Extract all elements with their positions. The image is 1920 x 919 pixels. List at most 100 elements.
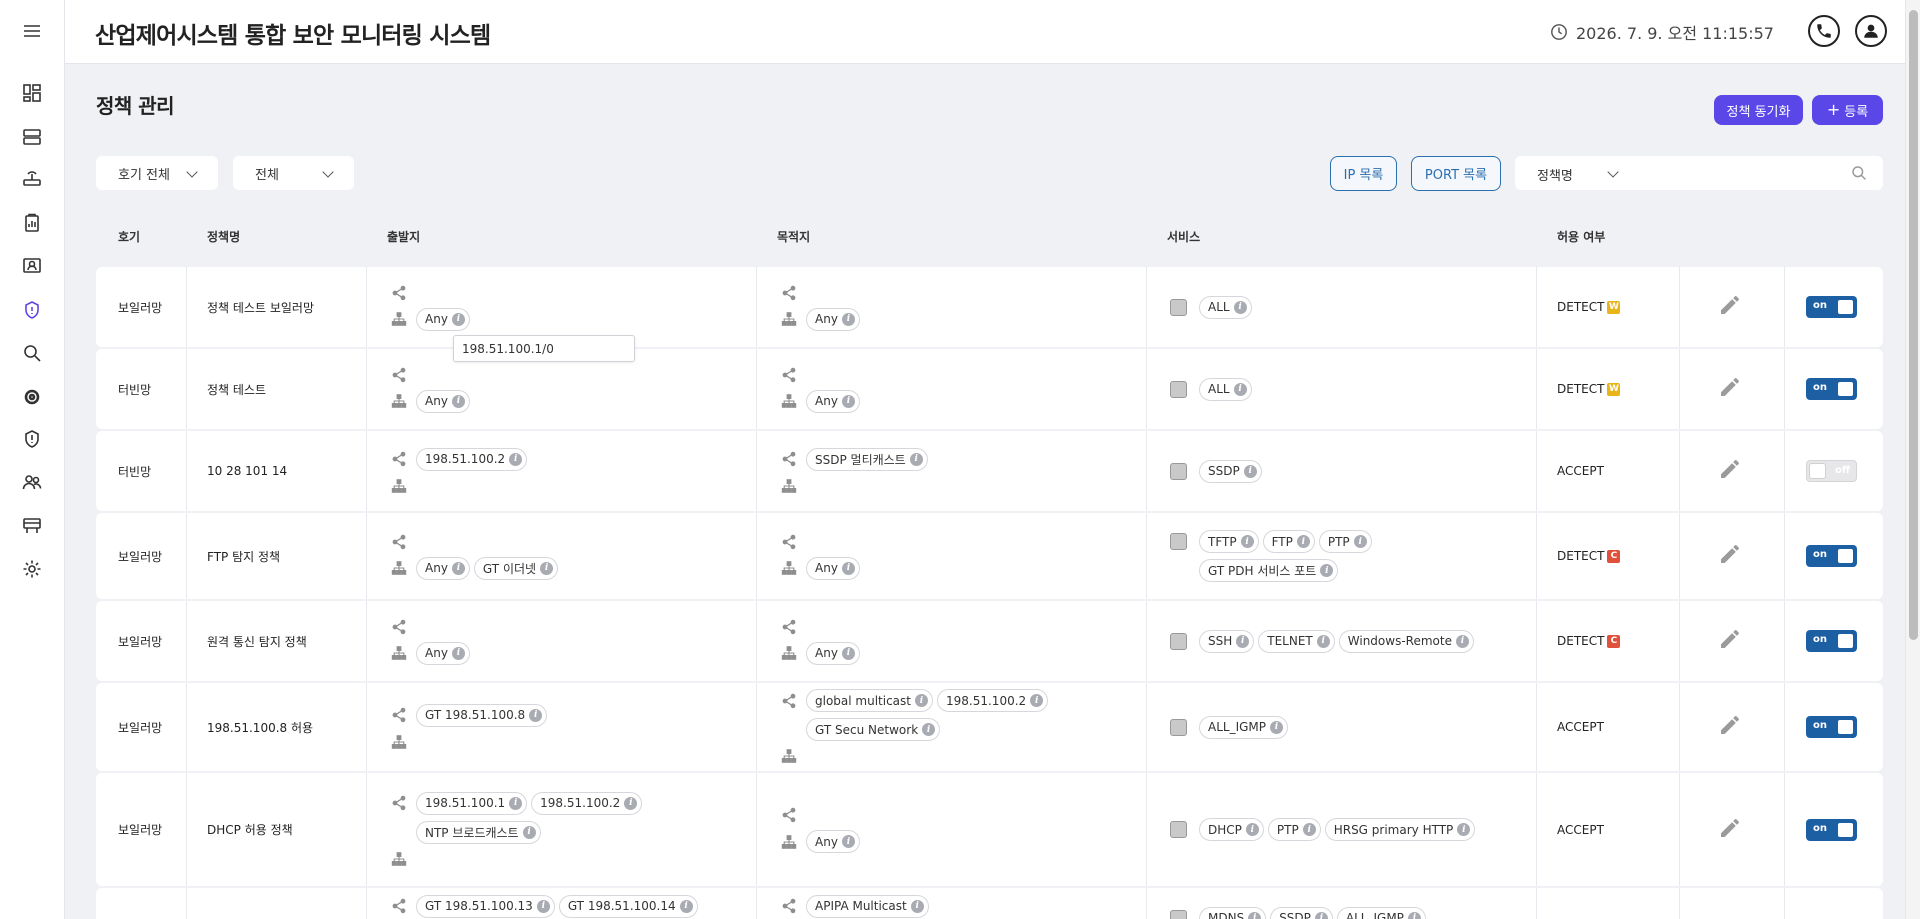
info-icon[interactable]: i — [1243, 464, 1257, 478]
service-chip[interactable]: SSDP i — [1199, 459, 1262, 483]
edit-pencil-icon[interactable] — [1718, 293, 1742, 321]
unit-filter-select[interactable]: 호기 전체 — [96, 156, 218, 190]
info-icon[interactable]: i — [1302, 823, 1316, 836]
add-policy-button[interactable]: + 등록 — [1812, 95, 1883, 125]
table-row[interactable]: 보일러망 원격 통신 탐지 정책 Any i Any i SSH i TELNET i Window… — [96, 601, 1883, 681]
source-network-chip[interactable]: 198.51.100.1 i — [416, 791, 528, 815]
info-icon[interactable]: i — [529, 708, 543, 722]
table-row[interactable]: 터빈망 10 28 101 14 198.51.100.2 i SSDP 멀티캐스트 i S… — [96, 431, 1883, 511]
table-row[interactable]: 보일러망 DHCP 허용 정책 198.51.100.1 i 198.51.100.2 i… — [96, 773, 1883, 886]
service-chip[interactable]: PTP i — [1318, 530, 1372, 553]
info-icon[interactable]: i — [679, 899, 693, 913]
users-icon[interactable] — [20, 470, 44, 494]
table-row[interactable]: 보일러망 198.51.100.8 허용 GT 198.51.100.8 i globa… — [96, 683, 1883, 771]
scrollbar-thumb[interactable] — [1909, 10, 1918, 640]
destination-host-chip[interactable]: Any i — [806, 389, 860, 413]
scrollbar[interactable] — [1905, 0, 1920, 919]
status-filter-select[interactable]: 전체 — [233, 156, 354, 190]
report-icon[interactable] — [20, 211, 44, 235]
edit-pencil-icon[interactable] — [1718, 375, 1742, 403]
service-chip[interactable]: SSDP i — [1270, 906, 1333, 919]
table-row[interactable]: GT 198.51.100.13 i GT 198.51.100.14 i APIPA … — [96, 888, 1883, 919]
info-icon[interactable]: i — [1248, 911, 1262, 919]
service-chip[interactable]: Windows-Remote i — [1338, 629, 1474, 653]
info-icon[interactable]: i — [841, 835, 855, 848]
source-host-chip[interactable]: Any i — [416, 641, 470, 665]
info-icon[interactable]: i — [536, 899, 550, 913]
info-icon[interactable]: i — [451, 312, 465, 326]
info-icon[interactable]: i — [841, 561, 855, 575]
source-network-chip[interactable]: GT 198.51.100.13 i — [416, 894, 555, 918]
source-network-chip[interactable]: 198.51.100.2 i — [416, 447, 528, 471]
port-list-button[interactable]: PORT 목록 — [1411, 156, 1501, 191]
source-host-chip[interactable]: Any i — [416, 556, 470, 580]
info-icon[interactable]: i — [841, 312, 855, 326]
source-host-chip[interactable]: Any i — [416, 307, 470, 331]
policy-sync-button[interactable]: 정책 동기화 — [1714, 95, 1803, 125]
service-chip[interactable]: DHCP i — [1199, 818, 1264, 841]
destination-network-chip[interactable]: SSDP 멀티캐스트 i — [806, 447, 928, 471]
enable-toggle[interactable]: on — [1806, 296, 1857, 318]
info-icon[interactable]: i — [509, 452, 523, 466]
search-icon[interactable] — [1851, 165, 1867, 185]
info-icon[interactable]: i — [540, 561, 554, 575]
destination-host-chip[interactable]: Any i — [806, 307, 860, 331]
monitor-user-icon[interactable] — [20, 254, 44, 278]
shield-alert-icon[interactable] — [20, 427, 44, 451]
service-chip[interactable]: GT PDH 서비스 포트 i — [1199, 559, 1339, 582]
settings-gear-icon[interactable] — [20, 385, 44, 409]
service-chip[interactable]: TELNET i — [1258, 629, 1335, 653]
ip-list-button[interactable]: IP 목록 — [1330, 156, 1397, 191]
table-row[interactable]: 보일러망 FTP 탐지 정책 Any i GT 이더넷 i Any i TFTP i FTP i PTP… — [96, 513, 1883, 599]
source-network-chip[interactable]: GT 198.51.100.14 i — [558, 894, 698, 918]
user-profile-button[interactable] — [1855, 15, 1887, 47]
info-icon[interactable]: i — [841, 394, 855, 408]
info-icon[interactable]: i — [509, 796, 523, 810]
enable-toggle[interactable]: on — [1806, 818, 1857, 841]
search-input[interactable] — [1635, 160, 1835, 186]
info-icon[interactable]: i — [451, 561, 465, 575]
edit-pencil-icon[interactable] — [1718, 542, 1742, 570]
service-chip[interactable]: ALL i — [1199, 295, 1252, 319]
enable-toggle[interactable]: on — [1806, 545, 1857, 567]
board-icon[interactable] — [20, 513, 44, 537]
destination-network-chip[interactable]: APIPA Multicast i — [806, 894, 929, 918]
enable-toggle[interactable]: on — [1806, 716, 1857, 738]
destination-network-chip[interactable]: global multicast i — [806, 689, 933, 712]
info-icon[interactable]: i — [451, 394, 465, 408]
info-icon[interactable]: i — [1240, 535, 1254, 548]
service-chip[interactable]: ALL i — [1199, 377, 1252, 401]
router-icon[interactable] — [20, 167, 44, 191]
table-row[interactable]: 보일러망 정책 테스트 보일러망 Any i Any i ALL i DETECT Won — [96, 267, 1883, 347]
table-row[interactable]: 터빈망 정책 테스트 Any i Any i ALL i DETECT Won — [96, 349, 1883, 429]
service-chip[interactable]: PTP i — [1267, 818, 1321, 841]
info-icon[interactable]: i — [624, 796, 638, 810]
info-icon[interactable]: i — [1296, 535, 1310, 548]
service-chip[interactable]: TFTP i — [1199, 530, 1259, 553]
info-icon[interactable]: i — [1353, 535, 1367, 548]
service-chip[interactable]: HRSG primary HTTP i — [1324, 818, 1476, 841]
info-icon[interactable]: i — [1245, 823, 1259, 836]
shield-policy-icon[interactable] — [20, 298, 44, 322]
destination-network-chip[interactable]: GT Secu Network i — [806, 718, 941, 741]
edit-pencil-icon[interactable] — [1718, 816, 1742, 844]
info-icon[interactable]: i — [915, 694, 928, 707]
edit-pencil-icon[interactable] — [1718, 627, 1742, 655]
destination-host-chip[interactable]: Any i — [806, 830, 860, 853]
phone-button[interactable] — [1808, 15, 1840, 47]
info-icon[interactable]: i — [1320, 564, 1334, 577]
info-icon[interactable]: i — [1030, 694, 1044, 707]
dashboard-icon[interactable] — [20, 81, 44, 105]
info-icon[interactable]: i — [1314, 911, 1328, 919]
destination-host-chip[interactable]: Any i — [806, 556, 860, 580]
source-network-chip[interactable]: 198.51.100.2 i — [531, 791, 643, 815]
info-icon[interactable]: i — [522, 825, 536, 839]
info-icon[interactable]: i — [1233, 300, 1247, 314]
info-icon[interactable]: i — [1233, 382, 1247, 396]
info-icon[interactable]: i — [910, 899, 924, 913]
info-icon[interactable]: i — [1316, 634, 1330, 648]
destination-network-chip[interactable]: 198.51.100.2 i — [937, 689, 1049, 712]
info-icon[interactable]: i — [909, 452, 923, 466]
info-icon[interactable]: i — [841, 646, 855, 660]
info-icon[interactable]: i — [451, 646, 465, 660]
